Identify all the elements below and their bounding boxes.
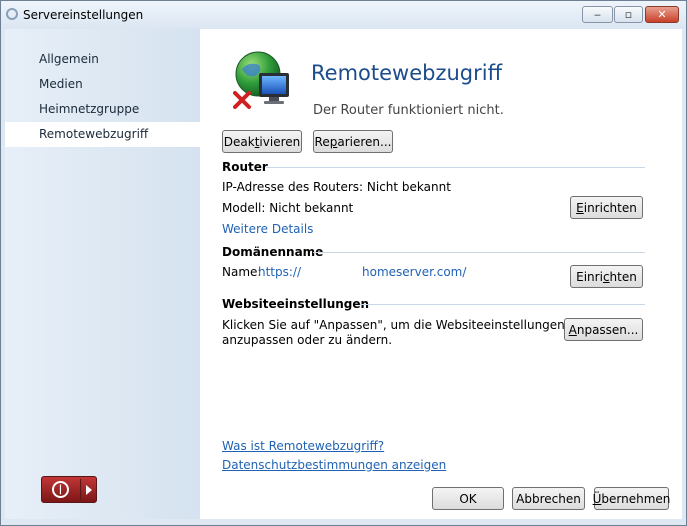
website-divider bbox=[360, 304, 645, 305]
website-desc-line2: anzupassen oder zu ändern. bbox=[222, 333, 393, 347]
sidebar-item-medien[interactable]: Medien bbox=[5, 72, 200, 97]
router-status-text: Der Router funktioniert nicht. bbox=[313, 103, 504, 118]
repair-button[interactable]: Re p arieren... bbox=[313, 130, 393, 153]
minimize-icon: ‒ bbox=[594, 8, 601, 21]
website-heading: Websiteeinstellungen bbox=[222, 297, 370, 311]
apply-button[interactable]: Übernehmen bbox=[593, 487, 670, 510]
domain-setup-button[interactable]: Einri c hten bbox=[570, 265, 643, 288]
what-is-remote-access-link[interactable]: Was ist Remotewebzugriff? bbox=[222, 439, 384, 453]
router-ip-text: IP-Adresse des Routers: Nicht bekannt bbox=[222, 180, 451, 194]
content-panel: Remotewebzugriff Der Router funktioniert… bbox=[200, 29, 682, 519]
close-icon: ✕ bbox=[657, 8, 667, 21]
privacy-statement-link[interactable]: Datenschutzbestimmungen anzeigen bbox=[222, 458, 446, 472]
window-title: Servereinstellungen bbox=[23, 8, 144, 22]
title-bar[interactable]: Servereinstellungen ‒ ▫ ✕ bbox=[1, 1, 686, 29]
router-setup-button[interactable]: Einrichten bbox=[570, 196, 643, 219]
power-icon: | bbox=[52, 481, 69, 498]
globe-error-icon bbox=[233, 51, 289, 109]
deactivate-button[interactable]: Deak t ivieren bbox=[222, 130, 302, 153]
sidebar-item-heimnetzgruppe[interactable]: Heimnetzgruppe bbox=[5, 97, 200, 122]
close-button[interactable]: ✕ bbox=[645, 6, 679, 23]
domain-divider bbox=[313, 252, 645, 253]
page-title: Remotewebzugriff bbox=[311, 61, 503, 85]
router-model-text: Modell: Nicht bekannt bbox=[222, 201, 354, 215]
website-desc-line1: Klicken Sie auf "Anpassen", um die Websi… bbox=[222, 318, 565, 332]
arrow-right-icon bbox=[86, 485, 92, 495]
domain-heading: Domänenname bbox=[222, 245, 324, 259]
sidebar-nav: Allgemein Medien Heimnetzgruppe Remotewe… bbox=[5, 47, 200, 147]
settings-window: Servereinstellungen ‒ ▫ ✕ Allgemein Medi… bbox=[0, 0, 687, 526]
sidebar-item-allgemein[interactable]: Allgemein bbox=[5, 47, 200, 72]
domain-url-prefix: https:// bbox=[258, 265, 302, 279]
sidebar-item-remotewebzugriff[interactable]: Remotewebzugriff bbox=[5, 122, 200, 147]
maximize-button[interactable]: ▫ bbox=[614, 6, 643, 23]
shutdown-button[interactable]: | bbox=[41, 476, 97, 503]
sidebar: Allgemein Medien Heimnetzgruppe Remotewe… bbox=[5, 29, 200, 519]
maximize-icon: ▫ bbox=[624, 8, 633, 21]
more-details-link[interactable]: Weitere Details bbox=[222, 222, 313, 236]
app-icon bbox=[6, 8, 18, 20]
domain-url-suffix: homeserver.com/ bbox=[362, 265, 467, 279]
minimize-button[interactable]: ‒ bbox=[582, 6, 613, 23]
router-divider bbox=[266, 167, 645, 168]
ok-button[interactable]: OK bbox=[432, 487, 504, 510]
customize-button[interactable]: Anpassen... bbox=[564, 318, 643, 341]
cancel-button[interactable]: Abbrechen bbox=[512, 487, 585, 510]
domain-name-label: Name: bbox=[222, 265, 262, 279]
router-heading: Router bbox=[222, 160, 268, 174]
